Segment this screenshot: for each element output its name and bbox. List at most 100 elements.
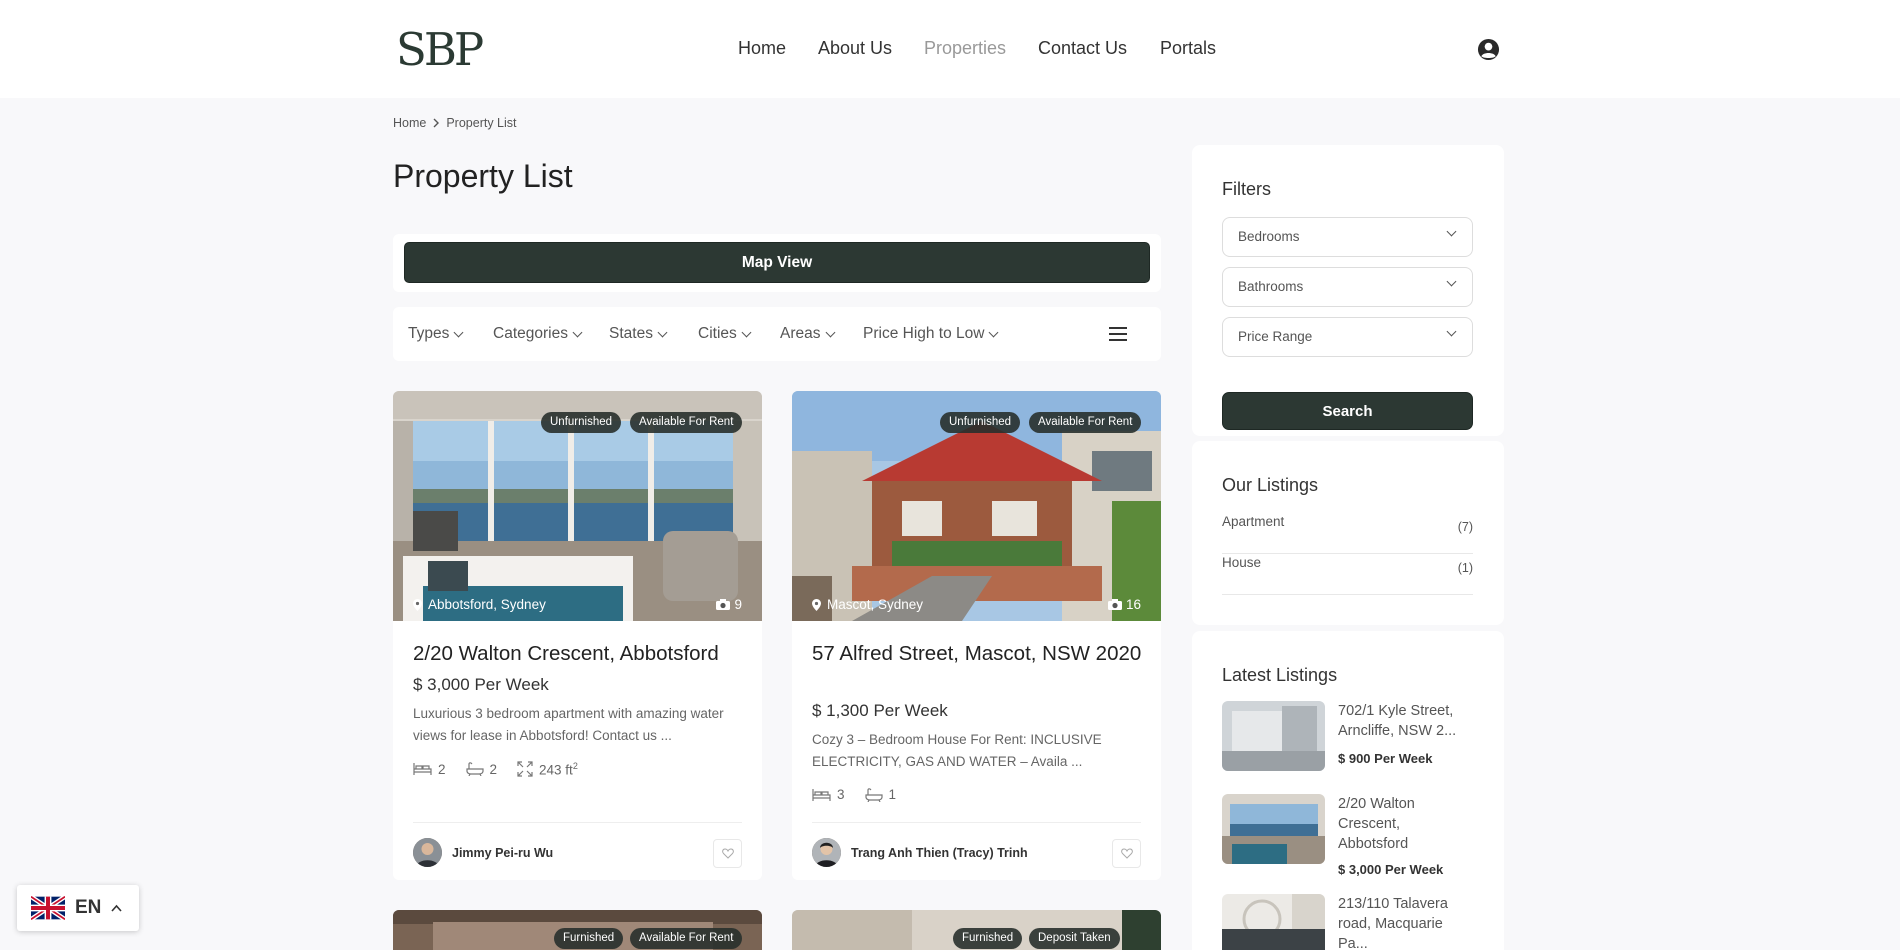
baths-count: 2 <box>489 761 498 777</box>
listing-category-label: House <box>1222 555 1262 570</box>
chevron-down-icon <box>572 327 583 337</box>
chevron-down-icon <box>1446 326 1457 337</box>
card-divider <box>812 822 1141 823</box>
agent-avatar <box>812 838 841 867</box>
agent-name: Trang Anh Thien (Tracy) Trinh <box>851 845 1028 860</box>
agent-avatar <box>413 838 442 867</box>
latest-listing-image[interactable] <box>1222 701 1325 771</box>
favorite-button[interactable] <box>1112 839 1141 868</box>
listing-category-apartment[interactable]: Apartment (7) <box>1222 514 1473 554</box>
our-listings-title: Our Listings <box>1222 475 1319 495</box>
nav-contact-us[interactable]: Contact Us <box>1038 38 1127 59</box>
badge-furnishing: Furnished <box>554 928 624 949</box>
photo-count-text: 9 <box>734 597 742 612</box>
heart-icon <box>1120 848 1133 859</box>
area-value: 243 ft <box>539 762 573 778</box>
filter-categories-label: Categories <box>493 325 568 342</box>
badge-status: Available For Rent <box>1029 412 1142 433</box>
image-location: Mascot, Sydney <box>812 597 923 612</box>
price-range-select-label: Price Range <box>1238 329 1313 344</box>
nav-about-us[interactable]: About Us <box>818 38 892 59</box>
area-expand-icon <box>517 761 533 777</box>
listing-category-label: Apartment <box>1222 514 1285 529</box>
uk-flag-icon <box>31 896 65 920</box>
filter-areas[interactable]: Areas <box>780 325 835 343</box>
our-listings-panel: Our Listings Apartment (7) House (1) <box>1192 441 1504 625</box>
property-card[interactable]: Furnished Available For Rent <box>393 910 762 950</box>
filter-categories[interactable]: Categories <box>493 325 583 343</box>
location-text: Mascot, Sydney <box>827 597 924 612</box>
property-image[interactable]: Unfurnished Available For Rent Abbotsfor… <box>393 391 762 621</box>
badge-furnishing: Unfurnished <box>940 412 1021 433</box>
filter-cities-label: Cities <box>698 325 737 342</box>
page-title: Property List <box>393 158 573 194</box>
feature-baths: 1 <box>864 787 897 802</box>
nav-home[interactable]: Home <box>738 38 786 59</box>
property-image[interactable]: Unfurnished Available For Rent Mascot, S… <box>792 391 1161 621</box>
agent-name: Jimmy Pei-ru Wu <box>452 845 554 860</box>
heart-icon <box>721 848 734 859</box>
listing-category-house[interactable]: House (1) <box>1222 555 1473 595</box>
site-header: SBP Home About Us Properties Contact Us … <box>0 0 1900 98</box>
nav-portals[interactable]: Portals <box>1160 38 1216 59</box>
latest-listing-title[interactable]: 2/20 Walton Crescent, Abbotsford <box>1338 794 1473 854</box>
price-range-select[interactable]: Price Range <box>1222 317 1473 357</box>
latest-listing-title[interactable]: 213/110 Talavera road, Macquarie Pa... <box>1338 894 1473 950</box>
favorite-button[interactable] <box>713 839 742 868</box>
latest-listing-item[interactable]: 213/110 Talavera road, Macquarie Pa... <box>1222 894 1473 950</box>
language-switcher[interactable]: EN <box>17 885 139 931</box>
photo-count[interactable]: 16 <box>1107 597 1141 612</box>
bathrooms-select[interactable]: Bathrooms <box>1222 267 1473 307</box>
latest-listing-image[interactable] <box>1222 794 1325 864</box>
breadcrumb-home[interactable]: Home <box>393 116 426 130</box>
camera-icon <box>716 599 731 610</box>
bedrooms-select[interactable]: Bedrooms <box>1222 217 1473 257</box>
chevron-down-icon <box>1446 276 1457 287</box>
user-account-icon[interactable] <box>1477 38 1500 61</box>
baths-count: 1 <box>888 787 897 802</box>
property-title[interactable]: 57 Alfred Street, Mascot, NSW 2020 <box>812 641 1147 667</box>
search-button[interactable]: Search <box>1222 392 1473 430</box>
nav-properties[interactable]: Properties <box>924 38 1006 59</box>
badge-status: Available For Rent <box>630 412 743 433</box>
filter-types[interactable]: Types <box>408 325 464 343</box>
map-pin-icon <box>812 598 821 611</box>
latest-listing-image[interactable] <box>1222 894 1325 950</box>
bathrooms-select-label: Bathrooms <box>1238 279 1304 294</box>
property-price: $ 3,000 Per Week <box>413 675 549 694</box>
agent-info[interactable]: Jimmy Pei-ru Wu <box>413 838 553 867</box>
filter-states[interactable]: States <box>609 325 668 343</box>
latest-listing-title[interactable]: 702/1 Kyle Street, Arncliffe, NSW 2... <box>1338 701 1473 741</box>
chevron-down-icon <box>453 327 464 337</box>
chevron-down-icon <box>657 327 668 337</box>
agent-info[interactable]: Trang Anh Thien (Tracy) Trinh <box>812 838 1028 867</box>
property-title[interactable]: 2/20 Walton Crescent, Abbotsford <box>413 641 748 667</box>
property-card[interactable]: Furnished Deposit Taken <box>792 910 1161 950</box>
filter-types-label: Types <box>408 325 450 342</box>
image-location: Abbotsford, Sydney <box>413 597 546 612</box>
filter-cities[interactable]: Cities <box>698 325 752 343</box>
sort-price[interactable]: Price High to Low <box>863 325 999 343</box>
badge-status: Available For Rent <box>630 928 743 949</box>
photo-count[interactable]: 9 <box>716 597 742 612</box>
filters-title: Filters <box>1222 179 1271 199</box>
breadcrumb-current: Property List <box>446 116 517 130</box>
badge-status: Deposit Taken <box>1029 928 1120 949</box>
area-unit-sup: 2 <box>572 761 578 771</box>
latest-listing-price: $ 900 Per Week <box>1338 751 1433 766</box>
property-description: Luxurious 3 bedroom apartment with amazi… <box>413 706 724 743</box>
language-code: EN <box>75 897 102 918</box>
map-view-button[interactable]: Map View <box>404 242 1150 283</box>
photo-count-text: 16 <box>1125 597 1141 612</box>
property-card[interactable]: Unfurnished Available For Rent Mascot, S… <box>792 391 1161 880</box>
feature-area: 243 ft2 <box>517 761 578 778</box>
bedrooms-select-label: Bedrooms <box>1238 229 1300 244</box>
latest-listing-item[interactable]: 2/20 Walton Crescent, Abbotsford $ 3,000… <box>1222 794 1473 877</box>
filters-panel: Filters Bedrooms Bathrooms Price Range S… <box>1192 145 1504 436</box>
chevron-up-icon <box>111 904 123 912</box>
property-card[interactable]: Unfurnished Available For Rent Abbotsfor… <box>393 391 762 880</box>
latest-listing-item[interactable]: 702/1 Kyle Street, Arncliffe, NSW 2... $… <box>1222 701 1473 781</box>
list-view-menu-icon[interactable] <box>1109 327 1127 341</box>
property-price: $ 1,300 Per Week <box>812 701 948 720</box>
feature-beds: 2 <box>413 761 446 778</box>
